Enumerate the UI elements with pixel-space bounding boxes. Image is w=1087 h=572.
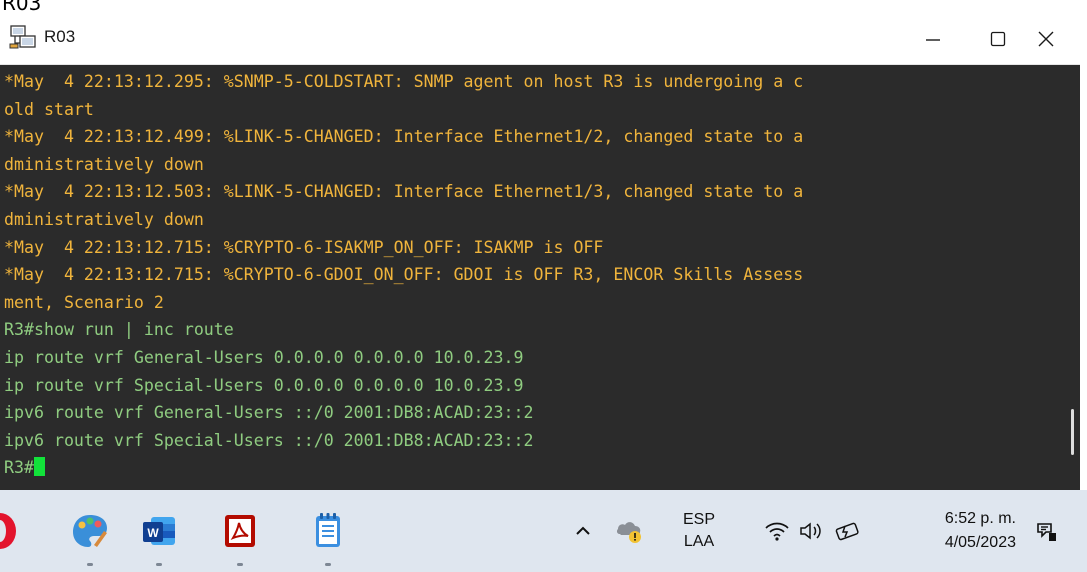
terminal-line: old start (4, 99, 94, 119)
taskbar-notepad-button[interactable] (300, 490, 356, 572)
taskbar-running-indicator (87, 563, 93, 566)
acrobat-icon (225, 515, 255, 547)
volume-icon (800, 522, 821, 540)
taskbar-paint-button[interactable] (62, 490, 118, 572)
taskbar-word-button[interactable]: W (131, 490, 187, 572)
terminal-prompt-line[interactable]: R3# (4, 454, 1058, 482)
terminal-line: ipv6 route vrf Special-Users ::/0 2001:D… (4, 430, 534, 450)
terminal-prompt: R3# (4, 458, 34, 478)
terminal-line: ment, Scenario 2 (4, 292, 164, 312)
chevron-up-icon (576, 526, 590, 535)
word-icon: W (143, 517, 175, 545)
input-language-button[interactable]: ESP LAA (674, 490, 724, 572)
taskbar-running-indicator (325, 563, 331, 566)
terminal-line: ip route vrf Special-Users 0.0.0.0 0.0.0… (4, 375, 524, 395)
terminal-scrollbar[interactable] (1058, 65, 1080, 490)
terminal-cursor (33, 457, 45, 477)
terminal-line: dministratively down (4, 209, 204, 229)
top-clipped-strip: R03 (0, 0, 1087, 14)
terminal-line: *May 4 22:13:12.715: %CRYPTO-6-ISAKMP_ON… (4, 237, 604, 257)
onedrive-warning-icon (616, 522, 641, 543)
notification-icon (1037, 523, 1056, 541)
terminal-line: *May 4 22:13:12.499: %LINK-5-CHANGED: In… (4, 127, 804, 147)
notification-center-button[interactable] (1026, 490, 1066, 572)
onedrive-tray-button[interactable] (610, 490, 650, 572)
clock-date: 4/05/2023 (944, 534, 1016, 551)
paint-icon (73, 515, 107, 547)
notepad-icon (316, 513, 340, 547)
terminal-line: ip route vrf General-Users 0.0.0.0 0.0.0… (4, 347, 524, 367)
show-hidden-icons-button[interactable] (566, 490, 600, 572)
terminal-line: *May 4 22:13:12.715: %CRYPTO-6-GDOI_ON_O… (4, 265, 804, 285)
taskbar: W ESP LAA 6:52 p. m. 4/05/2023 (0, 490, 1087, 572)
terminal-line: *May 4 22:13:12.295: %SNMP-5-COLDSTART: … (4, 72, 804, 91)
terminal-line: dministratively down (4, 154, 204, 174)
language-label: ESP (682, 511, 715, 528)
title-bar[interactable]: R03 (0, 14, 1080, 65)
battery-charging-icon (835, 522, 859, 541)
terminal-window: R03 *May 4 22:13:12.295: %SNMP-5-COLDSTA… (0, 14, 1080, 490)
scrollbar-thumb[interactable] (1071, 409, 1074, 455)
clock-time: 6:52 p. m. (944, 510, 1016, 527)
window-title: R03 (44, 27, 76, 46)
minimize-icon (926, 39, 940, 41)
network-device-icon (9, 25, 36, 49)
word-icon-glyph: W (147, 526, 159, 540)
top-clipped-text: R03 (2, 0, 42, 14)
taskbar-acrobat-button[interactable] (212, 490, 268, 572)
opera-icon (0, 513, 16, 549)
close-icon (1038, 31, 1054, 47)
taskbar-running-indicator (156, 563, 162, 566)
maximize-icon (990, 31, 1006, 47)
keyboard-layout-label: LAA (683, 533, 715, 550)
terminal-line: ipv6 route vrf General-Users ::/0 2001:D… (4, 403, 534, 423)
terminal-command-line: R3#show run | inc route (4, 320, 234, 340)
clock-button[interactable]: 6:52 p. m. 4/05/2023 (900, 490, 1016, 572)
terminal-output[interactable]: *May 4 22:13:12.295: %SNMP-5-COLDSTART: … (0, 65, 1058, 490)
taskbar-opera-button[interactable] (0, 490, 24, 572)
taskbar-running-indicator (237, 563, 243, 566)
close-button[interactable] (1016, 14, 1076, 64)
wifi-icon (765, 522, 789, 541)
terminal-line: *May 4 22:13:12.503: %LINK-5-CHANGED: In… (4, 182, 804, 202)
minimize-button[interactable] (905, 14, 961, 64)
quick-settings-button[interactable] (748, 490, 878, 572)
